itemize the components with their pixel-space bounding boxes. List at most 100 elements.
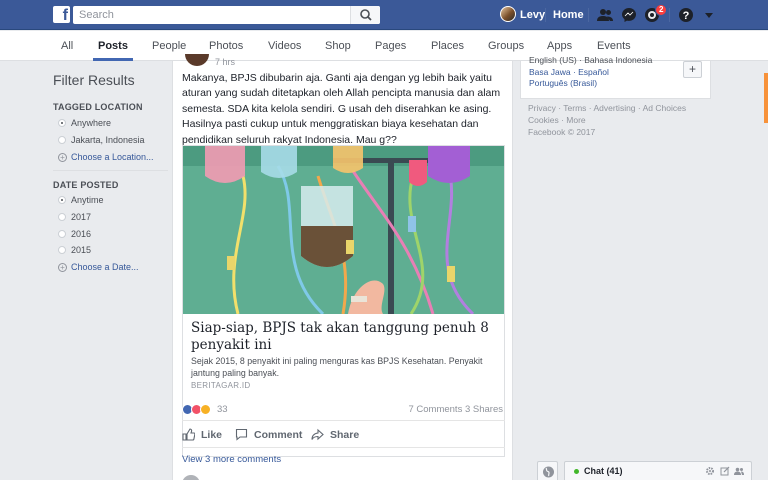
option-label: Anytime [71,195,104,205]
divider [588,8,589,22]
link-domain: BERITAGAR.ID [191,381,251,390]
top-navigation-bar: f Levy Home 2 ? [0,0,768,30]
chat-label: Chat (41) [584,466,623,476]
like-button[interactable]: Like [182,428,222,441]
user-name-link[interactable]: Levy [520,9,545,21]
chat-globe-button[interactable] [537,461,558,480]
user-avatar[interactable] [500,6,516,22]
chat-sidebar-toggle[interactable]: Chat (41) [564,461,752,480]
link-title[interactable]: Siap-siap, BPJS tak akan tanggung penuh … [191,320,496,354]
language-line[interactable]: English (US) · Bahasa Indonesia [529,55,652,65]
tagged-location-heading: TAGGED LOCATION [53,102,143,112]
option-label: Choose a Date... [71,262,139,272]
share-icon [311,428,324,441]
side-accent [764,73,768,123]
divider [182,420,505,421]
like-label: Like [201,428,223,441]
link-description: Sejak 2015, 8 penyakit ini paling mengur… [191,356,483,378]
divider [669,8,670,22]
new-group-icon[interactable] [734,466,744,476]
active-tab-indicator [93,58,133,61]
online-status-dot [574,469,579,474]
comment-icon [235,428,248,441]
radio[interactable] [58,136,66,144]
share-label: Share [330,428,360,441]
tab-all[interactable]: All [61,40,73,52]
filter-results-title: Filter Results [53,72,135,88]
radio[interactable] [58,230,66,238]
globe-icon [543,466,554,478]
link-preview-image[interactable] [183,146,504,314]
tab-apps[interactable]: Apps [547,40,572,52]
wow-reaction-icon [200,404,211,415]
search-box [73,6,380,24]
radio[interactable] [58,213,66,221]
divider [545,8,546,22]
language-line[interactable]: Português (Brasil) [529,78,597,88]
search-tabs: All Posts People Photos Videos Shop Page… [0,31,768,61]
copyright: Facebook © 2017 [528,127,596,137]
plus-icon: + [58,262,67,272]
option-label: Anywhere [71,118,112,128]
post-text: Makanya, BPJS dibubarin aja. Ganti aja d… [182,72,501,146]
tab-videos[interactable]: Videos [268,40,301,52]
comment-label: Comment [254,428,303,441]
tab-photos[interactable]: Photos [209,40,243,52]
comments-count-link[interactable]: 7 Comments [408,404,462,415]
facebook-logo-icon[interactable]: f [53,6,70,23]
footer-links-line[interactable]: Privacy · Terms · Advertising · Ad Choic… [528,102,708,114]
radio-selected[interactable] [58,196,66,204]
notification-badge: 2 [655,4,668,16]
tab-groups[interactable]: Groups [488,40,524,52]
option-label: 2016 [71,229,92,239]
divider [53,170,168,171]
iv-bags-illustration [183,146,504,314]
search-input[interactable] [73,6,343,24]
choose-location-link[interactable]: + Choose a Location... [58,152,154,162]
date-option-2016[interactable]: 2016 [58,229,91,239]
date-posted-heading: DATE POSTED [53,180,119,190]
search-button[interactable] [350,6,380,24]
view-more-comments-link[interactable]: View 3 more comments [182,454,281,465]
tab-places[interactable]: Places [431,40,464,52]
messenger-icon[interactable] [620,6,638,24]
tab-posts[interactable]: Posts [98,40,128,52]
search-icon [360,9,372,21]
location-option-anywhere[interactable]: Anywhere [58,118,111,128]
post-card: 7 hrs Makanya, BPJS dibubarin aja. Ganti… [172,54,513,480]
thumbs-up-icon [182,428,195,441]
post-author-avatar[interactable] [185,54,209,66]
language-line[interactable]: Basa Jawa · Español [529,67,609,77]
radio[interactable] [58,246,66,254]
location-option-jakarta[interactable]: Jakarta, Indonesia [58,135,145,145]
radio-selected[interactable] [58,119,66,127]
home-link[interactable]: Home [553,9,584,21]
friends-icon[interactable] [596,6,614,24]
footer-links-line[interactable]: Cookies · More [528,114,708,126]
commenter-avatar[interactable] [182,475,200,480]
share-button[interactable]: Share [311,428,359,441]
choose-date-link[interactable]: + Choose a Date... [58,262,139,272]
tab-pages[interactable]: Pages [375,40,406,52]
gear-icon[interactable] [705,466,715,476]
add-language-button[interactable]: + [683,61,702,78]
date-option-2017[interactable]: 2017 [58,212,91,222]
reaction-count[interactable]: 33 [217,404,228,415]
compose-icon[interactable] [720,466,730,476]
comment-button[interactable]: Comment [235,428,302,441]
reaction-summary[interactable]: 33 [182,404,228,415]
option-label: Choose a Location... [71,152,154,162]
language-box: English (US) · Bahasa Indonesia Basa Jaw… [520,55,711,99]
tab-shop[interactable]: Shop [325,40,351,52]
shares-count-link[interactable]: 3 Shares [465,404,503,415]
tab-people[interactable]: People [152,40,186,52]
account-dropdown-icon[interactable] [700,6,718,24]
option-label: 2015 [71,245,92,255]
tab-events[interactable]: Events [597,40,631,52]
date-option-anytime[interactable]: Anytime [58,195,104,205]
date-option-2015[interactable]: 2015 [58,245,91,255]
divider [182,447,505,448]
comment-preview [182,475,505,480]
help-icon[interactable]: ? [677,6,695,24]
post-timestamp[interactable]: 7 hrs [215,57,235,67]
